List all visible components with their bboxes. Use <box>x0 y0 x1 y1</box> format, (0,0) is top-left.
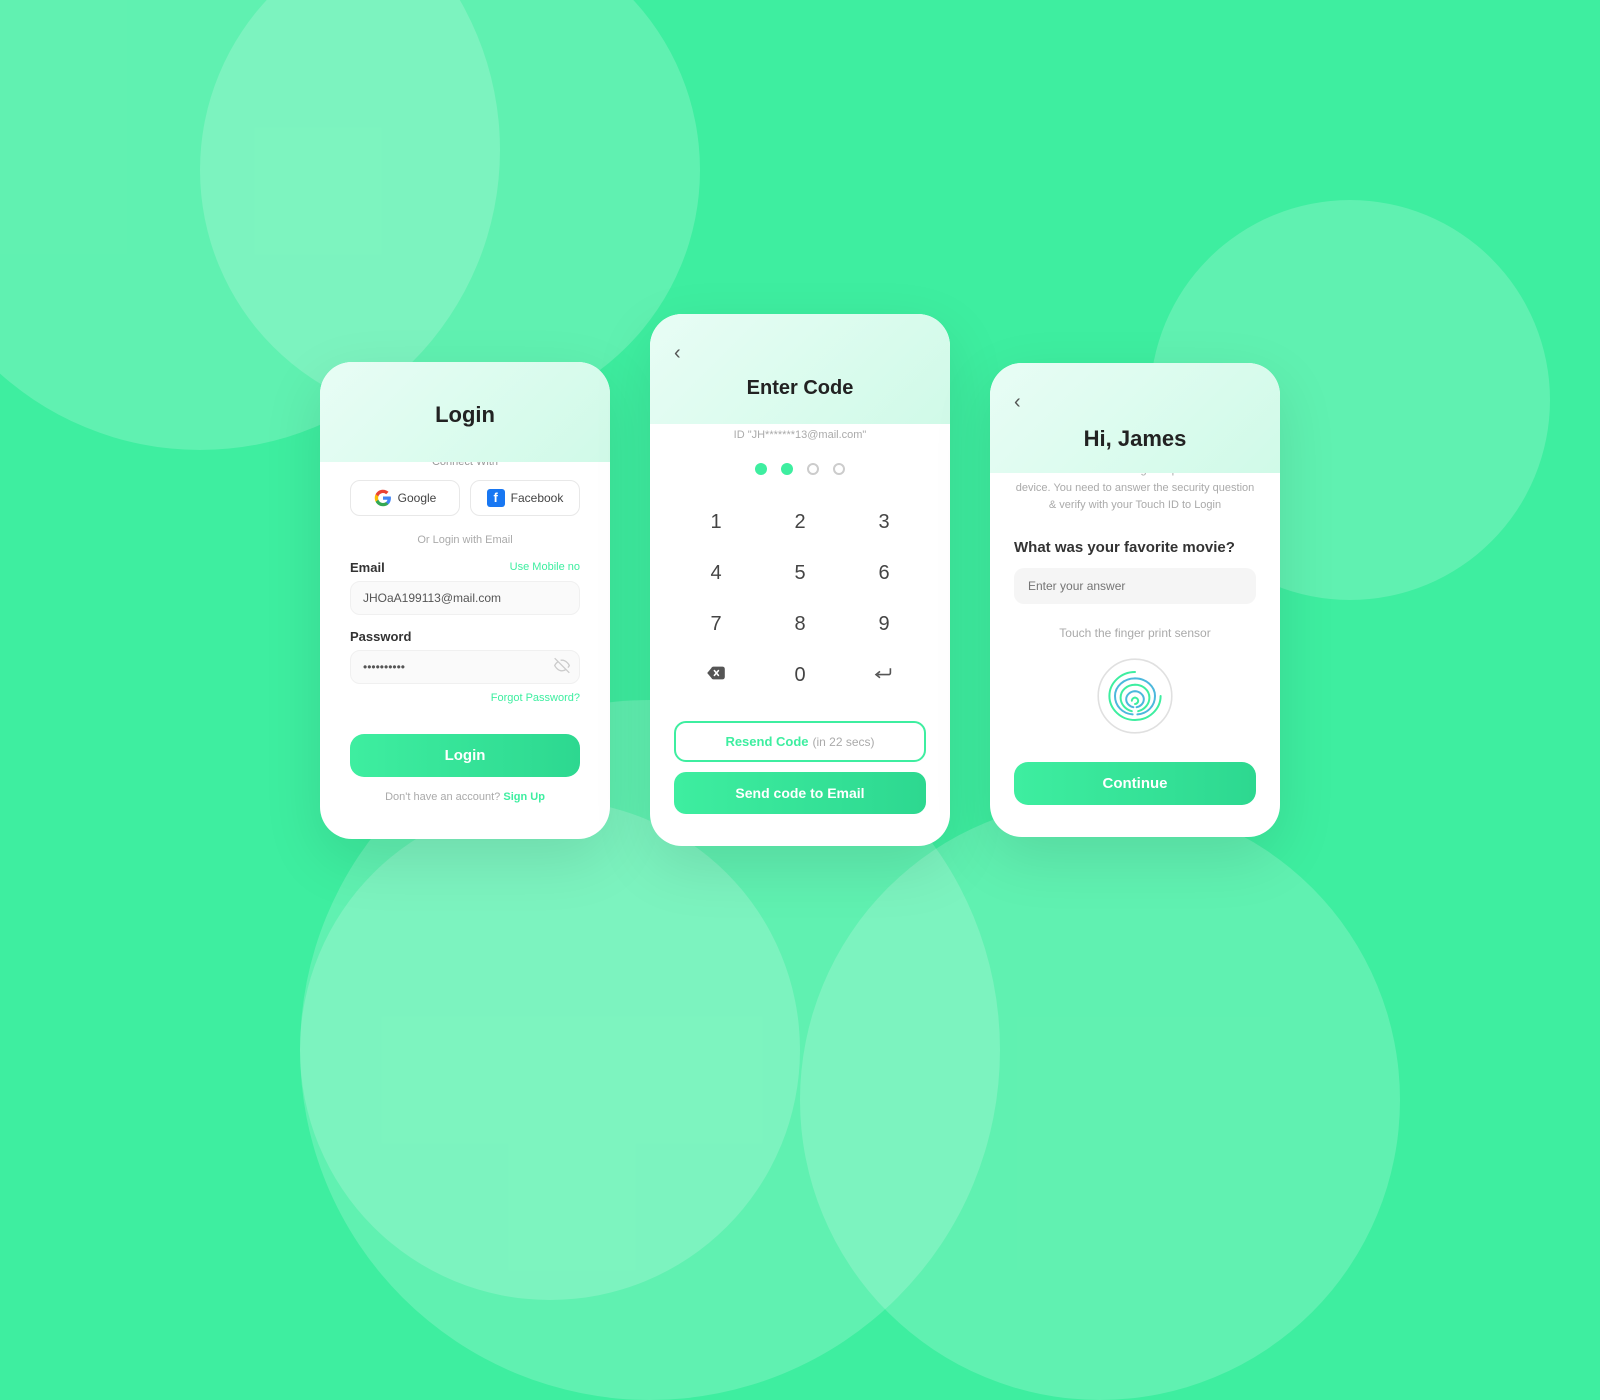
numpad: 1 2 3 4 5 6 7 8 9 0 <box>674 497 926 701</box>
num-4[interactable]: 4 <box>674 548 758 599</box>
james-card: ‹ Hi, James As we found out a new login … <box>990 363 1280 837</box>
social-buttons: Google f Facebook <box>350 480 580 516</box>
facebook-label: Facebook <box>511 491 564 505</box>
email-input[interactable] <box>350 581 580 615</box>
code-dots <box>674 463 926 475</box>
password-input[interactable] <box>350 650 580 684</box>
num-2[interactable]: 2 <box>758 497 842 548</box>
num-7[interactable]: 7 <box>674 599 758 650</box>
fingerprint-icon[interactable] <box>1095 656 1175 736</box>
code-dot-4 <box>833 463 845 475</box>
cards-container: Login Connect With Google f Facebook Or … <box>320 354 1280 846</box>
resend-timer: (in 22 secs) <box>813 735 875 749</box>
password-wrapper <box>350 650 580 684</box>
continue-button[interactable]: Continue <box>1014 762 1256 805</box>
forgot-password-link[interactable]: Forgot Password? <box>491 692 580 704</box>
num-backspace[interactable] <box>674 650 758 701</box>
resend-btn-label: Resend Code <box>725 734 808 749</box>
james-card-top-bg <box>990 363 1280 473</box>
num-6[interactable]: 6 <box>842 548 926 599</box>
num-3[interactable]: 3 <box>842 497 926 548</box>
login-card: Login Connect With Google f Facebook Or … <box>320 362 610 839</box>
bg-circle-5 <box>800 800 1400 1400</box>
use-mobile-link[interactable]: Use Mobile no <box>510 561 580 573</box>
code-title: Enter Code <box>674 377 926 400</box>
fingerprint-label: Touch the finger print sensor <box>1014 626 1256 640</box>
answer-input[interactable] <box>1014 568 1256 604</box>
num-enter[interactable] <box>842 650 926 701</box>
google-icon <box>374 489 392 507</box>
james-title: Hi, James <box>1014 426 1256 452</box>
email-label: Email <box>350 560 385 575</box>
login-button[interactable]: Login <box>350 734 580 777</box>
password-label: Password <box>350 629 411 644</box>
fingerprint-container <box>1014 656 1256 736</box>
no-account-text: Don't have an account? <box>385 791 500 803</box>
eye-icon[interactable] <box>554 657 570 676</box>
code-dot-3 <box>807 463 819 475</box>
resend-code-button[interactable]: Resend Code (in 22 secs) <box>674 721 926 762</box>
email-label-row: Email Use Mobile no <box>350 560 580 575</box>
google-label: Google <box>398 491 437 505</box>
num-9[interactable]: 9 <box>842 599 926 650</box>
password-label-row: Password <box>350 629 580 644</box>
code-back-button[interactable]: ‹ <box>674 342 926 365</box>
num-0[interactable]: 0 <box>758 650 842 701</box>
divider-label: Or Login with Email <box>350 534 580 546</box>
bg-circle-4 <box>300 800 800 1300</box>
code-card: ‹ Enter Code A 6 digit code has been sen… <box>650 314 950 846</box>
james-back-button[interactable]: ‹ <box>1014 391 1256 414</box>
signup-row: Don't have an account? Sign Up <box>350 791 580 803</box>
num-1[interactable]: 1 <box>674 497 758 548</box>
num-5[interactable]: 5 <box>758 548 842 599</box>
google-btn[interactable]: Google <box>350 480 460 516</box>
email-form-group: Email Use Mobile no <box>350 560 580 615</box>
signup-link[interactable]: Sign Up <box>503 791 545 803</box>
num-8[interactable]: 8 <box>758 599 842 650</box>
code-dot-2 <box>781 463 793 475</box>
password-form-group: Password Forgot Password? <box>350 629 580 706</box>
code-dot-1 <box>755 463 767 475</box>
facebook-btn[interactable]: f Facebook <box>470 480 580 516</box>
security-question: What was your favorite movie? <box>1014 539 1256 556</box>
send-email-button[interactable]: Send code to Email <box>674 772 926 814</box>
facebook-icon: f <box>487 489 505 507</box>
forgot-row: Forgot Password? <box>350 688 580 706</box>
login-title: Login <box>350 402 580 428</box>
code-card-top-bg <box>650 314 950 424</box>
